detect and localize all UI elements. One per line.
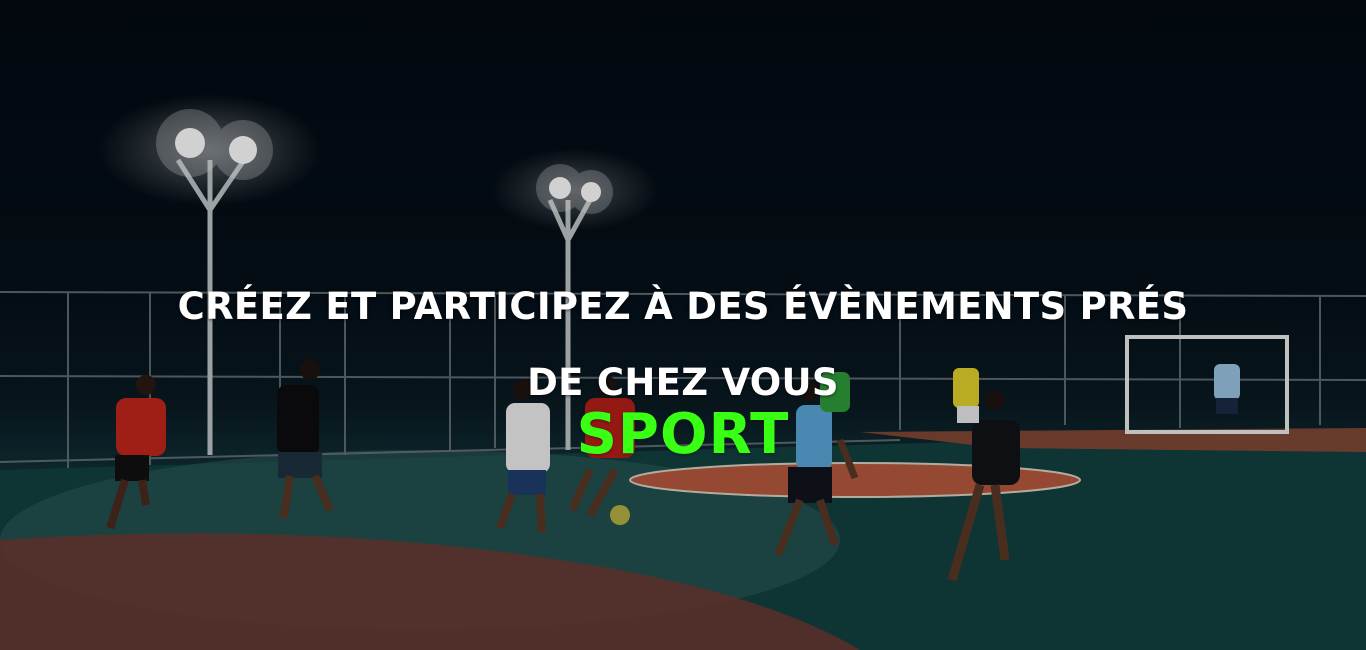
hero-headline-line-1: CRÉEZ ET PARTICIPEZ À DES ÉVÈNEMENTS PRÉ…: [177, 284, 1189, 328]
hero-rotating-word: SPORT: [576, 402, 790, 467]
hero-headline: CRÉEZ ET PARTICIPEZ À DES ÉVÈNEMENTS PRÉ…: [0, 269, 1366, 421]
hero-section: CRÉEZ ET PARTICIPEZ À DES ÉVÈNEMENTS PRÉ…: [0, 0, 1366, 650]
